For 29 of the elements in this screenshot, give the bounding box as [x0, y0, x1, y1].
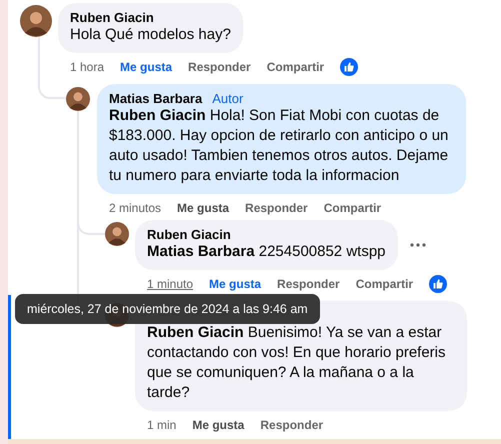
timestamp-link[interactable]: 1 minuto [147, 277, 194, 291]
action-link[interactable]: Compartir [324, 201, 382, 215]
comment-text: Hola Qué modelos hay? [70, 25, 231, 45]
comment-text: Matias Barbara 2254500852 wtspp [147, 242, 386, 262]
action-link[interactable]: Me gusta [177, 201, 230, 215]
comment-text: Ruben Giacin Hola! Son Fiat Mobi con cuotas de $183.000. Hay opcion de retirarlo con anticipo o un auto usado! Tambien tenemos otros autos. Dejame tu numero para enviarte toda la informacion [109, 106, 450, 186]
action-link[interactable]: Responder [277, 277, 340, 291]
timestamp-link[interactable]: 2 minutos [109, 201, 162, 215]
timestamp-link[interactable]: 1 min [147, 418, 176, 432]
action-link[interactable]: Responder [245, 201, 308, 215]
thread-line [38, 37, 66, 99]
author-name[interactable]: Ruben Giacin [70, 10, 154, 25]
comment-text: Ruben Giacin Buenisimo! Ya se van a estar contactando con vos! En que horario preferis que se comuniquen? A la mañana o a la tarde? [147, 323, 447, 403]
timestamp-link[interactable]: 1 hora [70, 60, 104, 74]
avatar[interactable] [105, 222, 129, 246]
date-tooltip: miércoles, 27 de noviembre de 2024 a las 9:46 am [15, 294, 320, 324]
author-role-label: Autor [212, 91, 244, 106]
action-link[interactable]: Me gusta [209, 277, 262, 291]
author-name[interactable]: Matias Barbara [109, 91, 202, 106]
action-link[interactable]: Compartir [266, 60, 324, 74]
action-link[interactable]: Me gusta [192, 418, 244, 432]
action-link[interactable]: Responder [188, 60, 251, 74]
avatar[interactable] [66, 87, 90, 111]
more-icon[interactable] [410, 243, 426, 247]
action-link[interactable]: Me gusta [120, 60, 172, 74]
action-link[interactable]: Responder [260, 418, 324, 432]
action-link[interactable]: Compartir [356, 277, 414, 291]
author-name[interactable]: Ruben Giacin [147, 227, 231, 242]
avatar[interactable] [20, 5, 52, 37]
